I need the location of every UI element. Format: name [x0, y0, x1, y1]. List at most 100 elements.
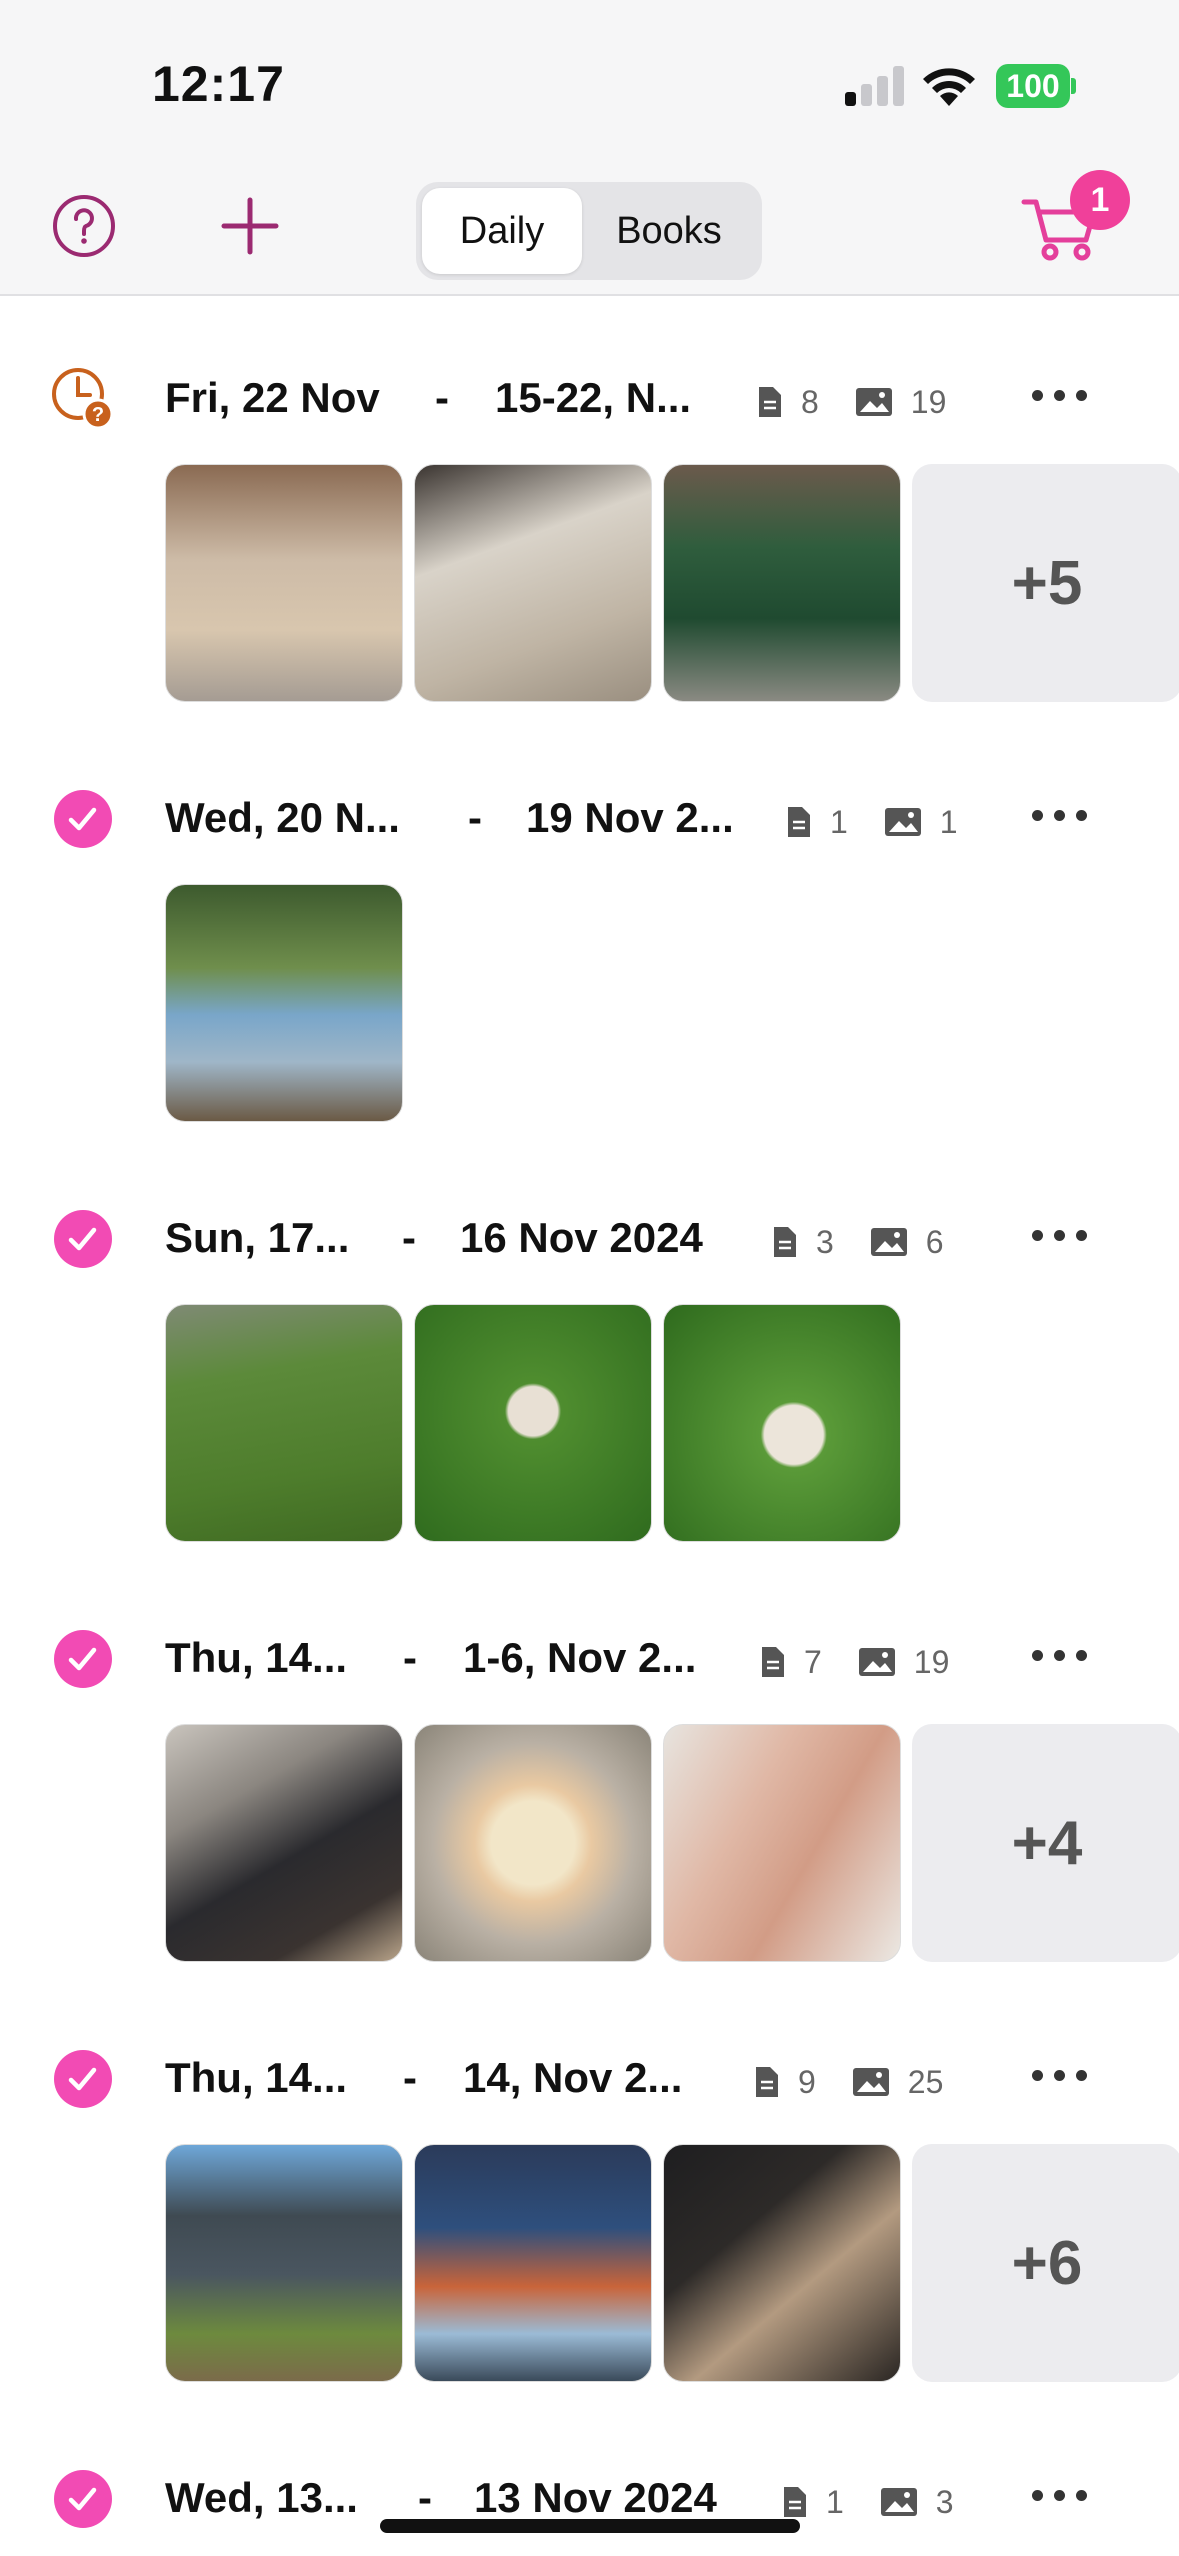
- entry-counts: 1 3: [782, 2480, 954, 2524]
- more-photos-tile[interactable]: +5: [912, 464, 1179, 702]
- photo-icon: [855, 388, 892, 416]
- photo-icon: [870, 1228, 907, 1256]
- day-entry[interactable]: Sun, 17... - 16 Nov 2024 3 6: [0, 1206, 1179, 1626]
- document-icon: [756, 2067, 778, 2097]
- tab-daily[interactable]: Daily: [422, 188, 582, 274]
- entry-counts: 7 19: [760, 1640, 949, 1684]
- more-options-icon[interactable]: [1030, 2480, 1090, 2510]
- photo-strip: +5: [165, 464, 1179, 704]
- document-count: 8: [801, 383, 819, 420]
- photo-thumbnail[interactable]: [663, 464, 901, 702]
- document-count: 3: [816, 1223, 834, 1260]
- entry-range: 16 Nov 2024: [460, 1214, 703, 1261]
- photo-thumbnail[interactable]: [165, 1304, 403, 1542]
- document-count: 1: [826, 2483, 844, 2520]
- home-indicator[interactable]: [380, 2519, 800, 2533]
- document-icon: [784, 2487, 806, 2517]
- photo-thumbnail[interactable]: [165, 2144, 403, 2382]
- cart-badge: 1: [1070, 170, 1130, 230]
- entry-counts: 3 6: [772, 1220, 944, 1264]
- photo-count: 25: [907, 2063, 944, 2100]
- entry-range: 1-6, Nov 2...: [463, 1634, 697, 1681]
- photo-thumbnail[interactable]: [165, 884, 403, 1122]
- photo-strip: +4: [165, 1724, 1179, 1964]
- battery-level: 100: [996, 64, 1070, 108]
- day-entry[interactable]: Wed, 20 N... - 19 Nov 2... 1 1: [0, 786, 1179, 1206]
- entry-date: Thu, 14...: [165, 1634, 348, 1681]
- photo-strip: [165, 884, 1179, 1124]
- entry-range: 19 Nov 2...: [526, 794, 734, 841]
- entry-date: Wed, 20 N...: [165, 794, 400, 841]
- top-nav: Daily Books 1: [0, 170, 1179, 296]
- status-time: 12:17: [152, 56, 285, 112]
- photo-strip: [165, 1304, 1179, 1544]
- photo-count: 19: [913, 1643, 950, 1680]
- view-segmented-control: Daily Books: [416, 182, 762, 280]
- entry-date: Thu, 14...: [165, 2054, 348, 2101]
- svg-text:?: ?: [92, 404, 104, 426]
- document-icon: [762, 1647, 784, 1677]
- photo-count: 19: [910, 383, 947, 420]
- entry-date: Wed, 13...: [165, 2474, 358, 2521]
- help-icon[interactable]: [52, 194, 116, 258]
- more-options-icon[interactable]: [1030, 2060, 1090, 2090]
- day-entry[interactable]: Wed, 13... - 13 Nov 2024 1 3: [0, 2466, 1179, 2556]
- date-separator: -: [468, 794, 482, 841]
- battery-icon: 100: [996, 64, 1076, 108]
- photo-count: 6: [925, 1223, 944, 1260]
- photo-count: 1: [939, 803, 958, 840]
- more-photos-tile[interactable]: +4: [912, 1724, 1179, 1962]
- date-separator: -: [403, 2054, 417, 2101]
- status-bar: 12:17 100: [0, 0, 1179, 170]
- photo-thumbnail[interactable]: [663, 2144, 901, 2382]
- photo-thumbnail[interactable]: [414, 464, 652, 702]
- day-entry[interactable]: Thu, 14... - 1-6, Nov 2... 7 19 +4: [0, 1626, 1179, 2046]
- cellular-signal-icon: [845, 66, 905, 106]
- photo-thumbnail[interactable]: [165, 464, 403, 702]
- entry-counts: 9 25: [754, 2060, 943, 2104]
- document-count: 9: [798, 2063, 816, 2100]
- completed-check-icon: [50, 1206, 114, 1270]
- more-options-icon[interactable]: [1030, 1220, 1090, 1250]
- photo-thumbnail[interactable]: [663, 1724, 901, 1962]
- more-photos-tile[interactable]: +6: [912, 2144, 1179, 2382]
- document-icon: [774, 1227, 796, 1257]
- photo-strip: +6: [165, 2144, 1179, 2384]
- photo-thumbnail[interactable]: [414, 1724, 652, 1962]
- day-entry[interactable]: Thu, 14... - 14, Nov 2... 9 25 +6: [0, 2046, 1179, 2466]
- entry-date: Sun, 17...: [165, 1214, 350, 1261]
- completed-check-icon: [50, 2466, 114, 2530]
- completed-check-icon: [50, 786, 114, 850]
- photo-thumbnail[interactable]: [414, 1304, 652, 1542]
- photo-thumbnail[interactable]: [663, 1304, 901, 1542]
- completed-check-icon: [50, 2046, 114, 2110]
- wifi-icon: [923, 68, 975, 106]
- photo-count: 3: [935, 2483, 954, 2520]
- photo-thumbnail[interactable]: [414, 2144, 652, 2382]
- photo-thumbnail[interactable]: [165, 1724, 403, 1962]
- photo-icon: [884, 808, 921, 836]
- photo-icon: [880, 2488, 917, 2516]
- entry-date: Fri, 22 Nov: [165, 374, 380, 421]
- more-options-icon[interactable]: [1030, 800, 1090, 830]
- document-count: 1: [830, 803, 848, 840]
- document-icon: [759, 387, 781, 417]
- entry-counts: 1 1: [786, 800, 958, 844]
- entry-range: 15-22, N...: [495, 374, 692, 421]
- tab-books[interactable]: Books: [582, 188, 756, 274]
- date-separator: -: [403, 1634, 417, 1681]
- document-count: 7: [804, 1643, 822, 1680]
- photo-icon: [852, 2068, 889, 2096]
- date-separator: -: [418, 2474, 432, 2521]
- day-entry[interactable]: ? Fri, 22 Nov - 15-22, N... 8 19 +5: [0, 366, 1179, 786]
- photo-icon: [858, 1648, 895, 1676]
- plus-icon[interactable]: [218, 194, 282, 258]
- date-separator: -: [402, 1214, 416, 1261]
- more-options-icon[interactable]: [1030, 1640, 1090, 1670]
- document-icon: [788, 807, 810, 837]
- more-options-icon[interactable]: [1030, 380, 1090, 410]
- pending-clock-icon: ?: [52, 368, 114, 430]
- entry-counts: 8 19: [757, 380, 946, 424]
- completed-check-icon: [50, 1626, 114, 1690]
- date-separator: -: [435, 374, 449, 421]
